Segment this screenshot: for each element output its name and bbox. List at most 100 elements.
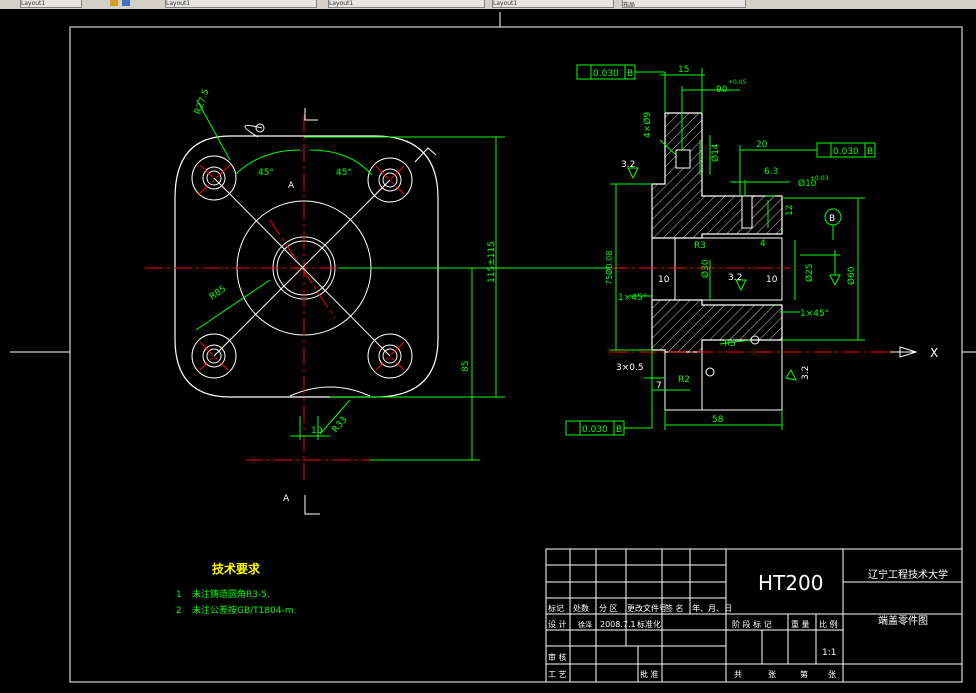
drawing-frame xyxy=(69,26,963,683)
dim-90: 90 xyxy=(716,85,728,95)
stage-label: 阶 段 标 记 xyxy=(732,619,772,629)
dim-d14: Ø14 xyxy=(710,143,721,162)
layout-tab[interactable]: 布局 xyxy=(622,0,746,8)
dim-r3: R3 xyxy=(694,241,706,251)
centerline-diag xyxy=(269,219,336,319)
tech-req-item-2: 未注公差按GB/T1804-m. xyxy=(192,604,296,616)
dim-chamfer-2: 1×45° xyxy=(800,309,829,319)
section-pin-hole xyxy=(741,195,753,229)
top-notch xyxy=(244,125,263,138)
front-bolt-circle-lines xyxy=(213,177,391,357)
rev-col-4: 更改文件号 xyxy=(627,603,667,613)
section-label-a-top: A xyxy=(288,181,295,191)
roughness-3-2-b: 3.2 xyxy=(728,273,742,283)
dim-angle-45-right: 45° xyxy=(336,168,352,178)
axis-label-x: X xyxy=(930,346,938,360)
leader-r85 xyxy=(195,279,271,331)
tech-req-num-2: 2 xyxy=(176,606,182,616)
dim-58: 58 xyxy=(712,415,724,425)
rev-col-2: 处数 xyxy=(573,603,589,613)
layout-tab[interactable]: Layout1 xyxy=(492,0,614,8)
dim-r33: R33 xyxy=(331,415,350,435)
layout-tab[interactable]: Layout1 xyxy=(328,0,485,8)
dim-10-c: 10 xyxy=(766,275,778,285)
dim-75: 75Ø0.08 xyxy=(604,251,614,285)
weight-label: 重 量 xyxy=(791,619,810,629)
dim-d10-tol: +0.03 xyxy=(810,175,829,182)
sheet-num-label: 第 xyxy=(800,669,808,679)
cad-drawing-canvas[interactable]: A A R27.5 45° 45° R85 115±115 85 10 R33 … xyxy=(0,9,976,693)
roughness-3-2-a: 3.2 xyxy=(621,160,635,170)
dim-10-b: 10 xyxy=(658,275,670,285)
dim-6-3: 6.3 xyxy=(764,167,778,177)
dim-angle-45-left: 45° xyxy=(258,168,274,178)
dim-r2: R2 xyxy=(678,375,690,385)
dim-85: 85 xyxy=(461,361,471,372)
dim-3x0-5: 3×0.5 xyxy=(616,363,644,373)
sheet-num-unit: 张 xyxy=(828,670,836,679)
section-surface-mark xyxy=(705,367,715,377)
dim-20: 20 xyxy=(756,140,768,150)
dim-r275: R27.5 xyxy=(193,88,211,116)
layout-tab-strip: Layout1 Layout1 Layout1 Layout1 布局 xyxy=(0,0,976,9)
rev-col-6: 年、月、日 xyxy=(692,603,732,613)
tech-req-item-1: 未注铸造圆角R3-5. xyxy=(192,588,270,600)
tol-value-1: 0.030 xyxy=(593,69,619,79)
front-dimensions xyxy=(195,99,610,461)
dim-d60: Ø60 xyxy=(846,266,857,285)
section-marker-bottom xyxy=(304,495,320,515)
scale-label: 比 例 xyxy=(819,619,838,629)
dim-chamfer-1: 1×45° xyxy=(618,293,647,303)
technical-requirements: 技术要求 1 未注铸造圆角R3-5. 2 未注公差按GB/T1804-m. xyxy=(176,561,296,616)
toolbar-icon[interactable] xyxy=(110,0,118,6)
tech-req-num-1: 1 xyxy=(176,590,182,600)
review-label: 审 核 xyxy=(548,652,567,662)
section-lower-hatch xyxy=(651,299,783,353)
sheet-total-label: 共 xyxy=(734,670,742,679)
section-upper-hatch xyxy=(651,112,783,239)
title-part-name: 端盖零件图 xyxy=(878,614,928,627)
dim-d30: Ø30 xyxy=(700,259,711,278)
rev-col-3: 分 区 xyxy=(599,604,618,613)
dim-r5: R5 xyxy=(724,339,736,349)
tol-ref-2: B xyxy=(867,147,873,157)
dim-115: 115±115 xyxy=(487,241,497,283)
section-bore xyxy=(674,237,783,301)
tol-value-3: 0.030 xyxy=(582,425,608,435)
dim-4: 4 xyxy=(760,239,766,249)
layout-tab[interactable]: Layout1 xyxy=(20,0,82,8)
layout-tab[interactable]: Layout1 xyxy=(165,0,317,8)
tech-req-title: 技术要求 xyxy=(212,561,261,576)
standardize-label: 标准化 xyxy=(637,619,661,629)
dim-r85: R85 xyxy=(208,284,228,302)
approve-label: 批 准 xyxy=(640,669,659,679)
designer-name: 徐泽 xyxy=(578,620,592,629)
rev-col-1: 标记 xyxy=(548,603,564,613)
dim-15: 15 xyxy=(678,65,689,75)
section-label-a-bottom: A xyxy=(283,494,290,504)
section-dimensions xyxy=(565,64,876,436)
roughness-3-2-c: 3.2 xyxy=(801,366,811,380)
section-bolt-hole xyxy=(675,149,691,169)
title-scale: 1:1 xyxy=(822,648,836,658)
tol-ref-3: B xyxy=(616,425,622,435)
datum-b: B xyxy=(829,214,835,224)
flange-outline xyxy=(174,135,439,398)
bottom-arc-cut xyxy=(289,386,371,397)
process-label: 工 艺 xyxy=(548,670,567,679)
dim-90-tol: +0.05 xyxy=(728,79,747,86)
dim-4x9: 4×Ø9 xyxy=(642,112,653,138)
tol-value-2: 0.030 xyxy=(833,147,859,157)
tol-ref-1: B xyxy=(627,69,633,79)
front-view: A A xyxy=(174,108,439,515)
sheet-total-unit: 张 xyxy=(768,670,776,679)
dim-d25: Ø25 xyxy=(804,263,815,282)
dim-7: 7 xyxy=(656,381,662,391)
section-lower-body xyxy=(702,340,783,411)
title-organization: 辽宁工程技术大学 xyxy=(868,568,948,581)
toolbar-icon[interactable] xyxy=(122,0,130,6)
rev-col-5: 签 名 xyxy=(665,603,684,613)
section-marker-top xyxy=(304,108,318,121)
design-label: 设 计 xyxy=(548,619,567,629)
title-material: HT200 xyxy=(758,571,823,595)
